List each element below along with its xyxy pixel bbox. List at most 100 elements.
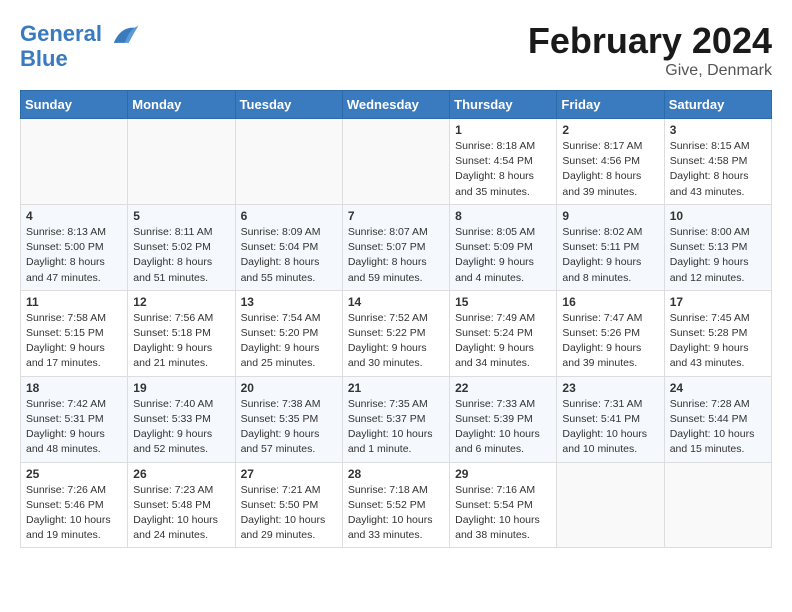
day-info: Sunrise: 7:21 AM Sunset: 5:50 PM Dayligh…: [241, 483, 337, 544]
day-number: 23: [562, 381, 658, 395]
calendar-day-18: 18 Sunrise: 7:42 AM Sunset: 5:31 PM Dayli…: [21, 376, 128, 462]
day-number: 29: [455, 467, 551, 481]
calendar-day-5: 5Sunrise: 8:11 AM Sunset: 5:02 PM Daylig…: [128, 204, 235, 290]
calendar-day-28: 28 Sunrise: 7:18 AM Sunset: 5:52 PM Dayli…: [342, 462, 449, 548]
day-info: Sunrise: 7:16 AM Sunset: 5:54 PM Dayligh…: [455, 483, 551, 544]
calendar-day-25: 25 Sunrise: 7:26 AM Sunset: 5:46 PM Dayli…: [21, 462, 128, 548]
weekday-header-sunday: Sunday: [21, 91, 128, 119]
logo-line1: General: [20, 21, 102, 46]
calendar-day-empty: [557, 462, 664, 548]
day-number: 22: [455, 381, 551, 395]
day-number: 2: [562, 123, 658, 137]
day-number: 12: [133, 295, 229, 309]
day-number: 27: [241, 467, 337, 481]
day-info: Sunrise: 7:38 AM Sunset: 5:35 PM Dayligh…: [241, 397, 337, 458]
day-info: Sunrise: 8:09 AM Sunset: 5:04 PM Dayligh…: [241, 225, 337, 286]
day-info: Sunrise: 7:58 AM Sunset: 5:15 PM Dayligh…: [26, 311, 122, 372]
day-info: Sunrise: 7:31 AM Sunset: 5:41 PM Dayligh…: [562, 397, 658, 458]
calendar-week-row: 25 Sunrise: 7:26 AM Sunset: 5:46 PM Dayli…: [21, 462, 772, 548]
day-info: Sunrise: 7:47 AM Sunset: 5:26 PM Dayligh…: [562, 311, 658, 372]
day-info: Sunrise: 7:26 AM Sunset: 5:46 PM Dayligh…: [26, 483, 122, 544]
weekday-header-saturday: Saturday: [664, 91, 771, 119]
main-title: February 2024: [528, 20, 772, 62]
weekday-header-wednesday: Wednesday: [342, 91, 449, 119]
day-info: Sunrise: 7:49 AM Sunset: 5:24 PM Dayligh…: [455, 311, 551, 372]
day-info: Sunrise: 7:28 AM Sunset: 5:44 PM Dayligh…: [670, 397, 766, 458]
calendar-day-10: 10Sunrise: 8:00 AM Sunset: 5:13 PM Dayli…: [664, 204, 771, 290]
day-info: Sunrise: 8:18 AM Sunset: 4:54 PM Dayligh…: [455, 139, 551, 200]
day-number: 8: [455, 209, 551, 223]
calendar-day-14: 14 Sunrise: 7:52 AM Sunset: 5:22 PM Dayli…: [342, 290, 449, 376]
calendar-day-19: 19 Sunrise: 7:40 AM Sunset: 5:33 PM Dayli…: [128, 376, 235, 462]
calendar-day-3: 3 Sunrise: 8:15 AM Sunset: 4:58 PM Daylig…: [664, 119, 771, 205]
calendar-week-row: 4 Sunrise: 8:13 AM Sunset: 5:00 PM Daylig…: [21, 204, 772, 290]
calendar-day-11: 11 Sunrise: 7:58 AM Sunset: 5:15 PM Dayli…: [21, 290, 128, 376]
calendar-day-empty: [21, 119, 128, 205]
day-info: Sunrise: 7:35 AM Sunset: 5:37 PM Dayligh…: [348, 397, 444, 458]
calendar-week-row: 18 Sunrise: 7:42 AM Sunset: 5:31 PM Dayli…: [21, 376, 772, 462]
day-info: Sunrise: 7:18 AM Sunset: 5:52 PM Dayligh…: [348, 483, 444, 544]
weekday-header-tuesday: Tuesday: [235, 91, 342, 119]
calendar-day-22: 22 Sunrise: 7:33 AM Sunset: 5:39 PM Dayli…: [450, 376, 557, 462]
calendar-day-26: 26 Sunrise: 7:23 AM Sunset: 5:48 PM Dayli…: [128, 462, 235, 548]
day-number: 15: [455, 295, 551, 309]
day-number: 16: [562, 295, 658, 309]
calendar-day-empty: [342, 119, 449, 205]
day-info: Sunrise: 7:42 AM Sunset: 5:31 PM Dayligh…: [26, 397, 122, 458]
day-number: 28: [348, 467, 444, 481]
calendar-day-27: 27 Sunrise: 7:21 AM Sunset: 5:50 PM Dayli…: [235, 462, 342, 548]
day-number: 13: [241, 295, 337, 309]
calendar-day-24: 24 Sunrise: 7:28 AM Sunset: 5:44 PM Dayli…: [664, 376, 771, 462]
day-number: 3: [670, 123, 766, 137]
calendar-day-13: 13 Sunrise: 7:54 AM Sunset: 5:20 PM Dayli…: [235, 290, 342, 376]
calendar-day-2: 2Sunrise: 8:17 AM Sunset: 4:56 PM Daylig…: [557, 119, 664, 205]
calendar-day-empty: [235, 119, 342, 205]
calendar-day-20: 20 Sunrise: 7:38 AM Sunset: 5:35 PM Dayli…: [235, 376, 342, 462]
calendar-day-empty: [664, 462, 771, 548]
day-info: Sunrise: 7:45 AM Sunset: 5:28 PM Dayligh…: [670, 311, 766, 372]
day-number: 20: [241, 381, 337, 395]
day-info: Sunrise: 8:07 AM Sunset: 5:07 PM Dayligh…: [348, 225, 444, 286]
day-number: 18: [26, 381, 122, 395]
calendar-day-1: 1 Sunrise: 8:18 AM Sunset: 4:54 PM Daylig…: [450, 119, 557, 205]
logo-bird-icon: [110, 20, 140, 50]
day-number: 11: [26, 295, 122, 309]
day-info: Sunrise: 7:23 AM Sunset: 5:48 PM Dayligh…: [133, 483, 229, 544]
day-number: 25: [26, 467, 122, 481]
day-info: Sunrise: 8:15 AM Sunset: 4:58 PM Dayligh…: [670, 139, 766, 200]
calendar-day-9: 9Sunrise: 8:02 AM Sunset: 5:11 PM Daylig…: [557, 204, 664, 290]
day-info: Sunrise: 7:54 AM Sunset: 5:20 PM Dayligh…: [241, 311, 337, 372]
day-info: Sunrise: 7:52 AM Sunset: 5:22 PM Dayligh…: [348, 311, 444, 372]
title-area: February 2024 Give, Denmark: [528, 20, 772, 80]
day-number: 24: [670, 381, 766, 395]
day-info: Sunrise: 8:00 AM Sunset: 5:13 PM Dayligh…: [670, 225, 766, 286]
calendar-day-6: 6 Sunrise: 8:09 AM Sunset: 5:04 PM Daylig…: [235, 204, 342, 290]
day-number: 21: [348, 381, 444, 395]
day-number: 5: [133, 209, 229, 223]
day-info: Sunrise: 8:13 AM Sunset: 5:00 PM Dayligh…: [26, 225, 122, 286]
calendar-day-29: 29 Sunrise: 7:16 AM Sunset: 5:54 PM Dayli…: [450, 462, 557, 548]
day-number: 4: [26, 209, 122, 223]
day-info: Sunrise: 8:05 AM Sunset: 5:09 PM Dayligh…: [455, 225, 551, 286]
calendar-day-15: 15 Sunrise: 7:49 AM Sunset: 5:24 PM Dayli…: [450, 290, 557, 376]
day-number: 1: [455, 123, 551, 137]
weekday-header-row: SundayMondayTuesdayWednesdayThursdayFrid…: [21, 91, 772, 119]
day-info: Sunrise: 7:33 AM Sunset: 5:39 PM Dayligh…: [455, 397, 551, 458]
day-info: Sunrise: 8:02 AM Sunset: 5:11 PM Dayligh…: [562, 225, 658, 286]
day-number: 14: [348, 295, 444, 309]
day-info: Sunrise: 7:40 AM Sunset: 5:33 PM Dayligh…: [133, 397, 229, 458]
calendar-day-8: 8 Sunrise: 8:05 AM Sunset: 5:09 PM Daylig…: [450, 204, 557, 290]
calendar-day-16: 16 Sunrise: 7:47 AM Sunset: 5:26 PM Dayli…: [557, 290, 664, 376]
calendar-day-7: 7Sunrise: 8:07 AM Sunset: 5:07 PM Daylig…: [342, 204, 449, 290]
day-number: 6: [241, 209, 337, 223]
logo: General Blue: [20, 20, 140, 72]
day-info: Sunrise: 7:56 AM Sunset: 5:18 PM Dayligh…: [133, 311, 229, 372]
weekday-header-friday: Friday: [557, 91, 664, 119]
weekday-header-thursday: Thursday: [450, 91, 557, 119]
day-number: 19: [133, 381, 229, 395]
calendar-day-17: 17Sunrise: 7:45 AM Sunset: 5:28 PM Dayli…: [664, 290, 771, 376]
calendar-day-23: 23 Sunrise: 7:31 AM Sunset: 5:41 PM Dayli…: [557, 376, 664, 462]
weekday-header-monday: Monday: [128, 91, 235, 119]
calendar-week-row: 11 Sunrise: 7:58 AM Sunset: 5:15 PM Dayli…: [21, 290, 772, 376]
day-number: 26: [133, 467, 229, 481]
